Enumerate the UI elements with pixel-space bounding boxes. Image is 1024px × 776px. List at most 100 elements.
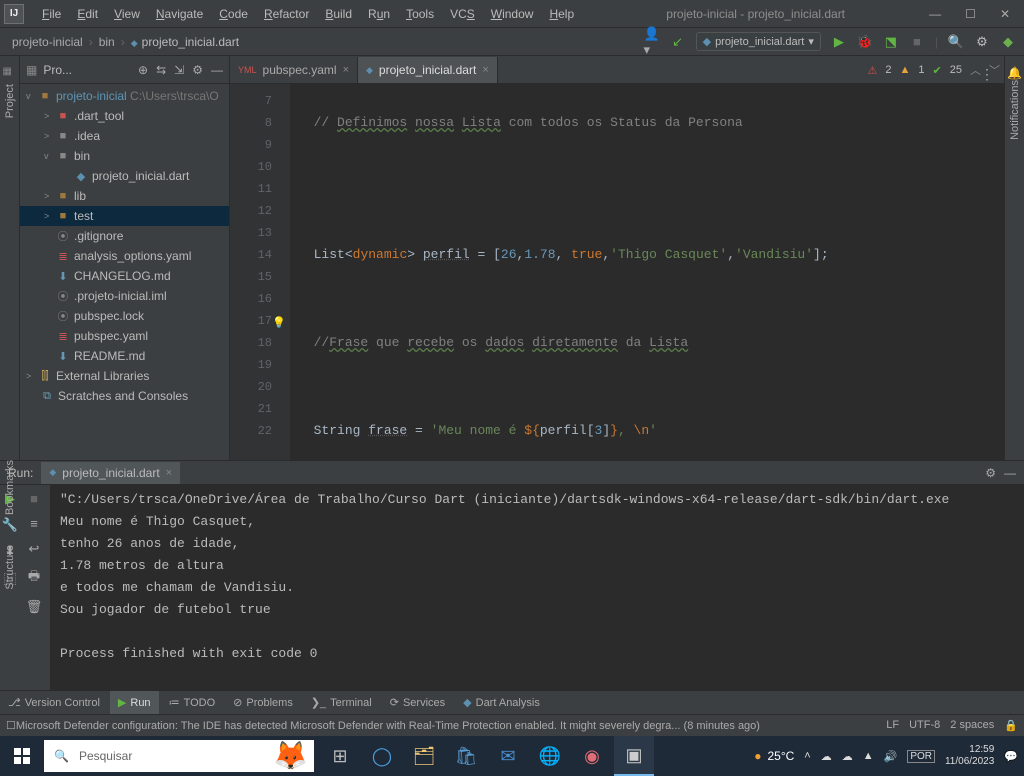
project-tool-icon[interactable]: ▦ bbox=[3, 66, 17, 80]
ide-logo[interactable]: IJ bbox=[4, 4, 24, 24]
taskbar-search[interactable]: 🔍 Pesquisar 🦊 bbox=[44, 740, 314, 772]
back-icon[interactable]: ↙ bbox=[670, 34, 686, 50]
coverage-button[interactable]: ⬔ bbox=[883, 34, 899, 50]
tree-item[interactable]: ≣analysis_options.yaml bbox=[20, 246, 229, 266]
tab-todo[interactable]: ≔TODO bbox=[161, 691, 224, 714]
inspection-widget[interactable]: ⚠2 ▲1 ✔25 ︿﹀ bbox=[868, 62, 1000, 78]
tab-terminal[interactable]: ❯_Terminal bbox=[303, 691, 380, 714]
line-gutter[interactable]: 78910 11121314 1516 17💡 1819202122 bbox=[230, 84, 290, 460]
run-config-dropdown[interactable]: ◆projeto_inicial.dart▾ bbox=[696, 32, 821, 51]
onedrive-icon[interactable]: ☁ bbox=[821, 750, 832, 763]
tree-item[interactable]: v■bin bbox=[20, 146, 229, 166]
print-icon[interactable]: 🖶 bbox=[28, 567, 40, 589]
cloud-icon[interactable]: ☁ bbox=[842, 750, 853, 763]
user-icon[interactable]: 👤▾ bbox=[644, 34, 660, 50]
notifications-label[interactable]: Notifications bbox=[1009, 80, 1021, 140]
hide-icon[interactable]: — bbox=[211, 63, 223, 77]
locate-icon[interactable]: ⊕ bbox=[138, 63, 148, 77]
tree-root[interactable]: projeto-inicial bbox=[56, 89, 127, 103]
tab-dart-analysis[interactable]: ◆Dart Analysis bbox=[455, 691, 548, 714]
project-tool-label[interactable]: Project bbox=[4, 84, 16, 118]
tree-item[interactable]: ◆projeto_inicial.dart bbox=[20, 166, 229, 186]
start-button[interactable] bbox=[0, 736, 44, 776]
settings-icon[interactable]: ⚙ bbox=[974, 34, 990, 50]
project-tree[interactable]: v■ projeto-inicial C:\Users\trsca\O >■.d… bbox=[20, 84, 229, 460]
chrome-icon[interactable]: 🌐 bbox=[530, 736, 570, 776]
code-editor[interactable]: 78910 11121314 1516 17💡 1819202122 // De… bbox=[230, 84, 1004, 460]
tray-chevron-icon[interactable]: ˄ bbox=[804, 750, 810, 762]
close-icon[interactable]: ✕ bbox=[1000, 7, 1010, 21]
tree-item[interactable]: >■.idea bbox=[20, 126, 229, 146]
menu-view[interactable]: View bbox=[106, 3, 148, 25]
intention-bulb-icon[interactable]: 💡 bbox=[272, 313, 286, 335]
collapse-icon[interactable]: ⇲ bbox=[174, 63, 184, 77]
ide-taskbar-icon[interactable]: ▣ bbox=[614, 736, 654, 776]
close-tab-icon[interactable]: × bbox=[482, 64, 488, 76]
scratches[interactable]: Scratches and Consoles bbox=[58, 389, 188, 403]
run-settings-icon[interactable]: ⚙ bbox=[985, 466, 996, 480]
wrap-icon[interactable]: ↩ bbox=[29, 541, 40, 557]
code-body[interactable]: // Definimos nossa Lista com todos os St… bbox=[290, 84, 1004, 460]
tree-item[interactable]: >■test bbox=[20, 206, 229, 226]
menu-help[interactable]: Help bbox=[541, 3, 582, 25]
status-icon[interactable]: ☐ bbox=[6, 719, 16, 732]
menu-navigate[interactable]: Navigate bbox=[148, 3, 211, 25]
task-view-icon[interactable]: ⊞ bbox=[320, 736, 360, 776]
weather-widget[interactable]: ●25°C bbox=[754, 749, 794, 763]
menu-code[interactable]: Code bbox=[211, 3, 256, 25]
stop-icon[interactable]: ■ bbox=[30, 491, 38, 506]
menu-file[interactable]: File bbox=[34, 3, 69, 25]
tree-item[interactable]: ≣pubspec.yaml bbox=[20, 326, 229, 346]
tree-item[interactable]: ⦿pubspec.lock bbox=[20, 306, 229, 326]
maximize-icon[interactable]: ☐ bbox=[965, 7, 976, 21]
run-hide-icon[interactable]: — bbox=[1004, 466, 1016, 480]
app-badge-icon[interactable]: ◉ bbox=[572, 736, 612, 776]
console-output[interactable]: "C:/Users/trsca/OneDrive/Área de Trabalh… bbox=[50, 485, 1024, 690]
notifications-icon[interactable]: 🔔 bbox=[1007, 66, 1022, 80]
tab-services[interactable]: ⟳Services bbox=[382, 691, 453, 714]
debug-button[interactable]: 🐞 bbox=[857, 34, 873, 50]
menu-refactor[interactable]: Refactor bbox=[256, 3, 317, 25]
tree-item[interactable]: ⦿.projeto-inicial.iml bbox=[20, 286, 229, 306]
encoding[interactable]: UTF-8 bbox=[909, 719, 940, 732]
menu-tools[interactable]: Tools bbox=[398, 3, 442, 25]
menu-run[interactable]: Run bbox=[360, 3, 398, 25]
close-tab-icon[interactable]: × bbox=[343, 64, 349, 76]
external-libs[interactable]: External Libraries bbox=[56, 369, 149, 383]
tree-item[interactable]: ⬇CHANGELOG.md bbox=[20, 266, 229, 286]
mail-icon[interactable]: ✉ bbox=[488, 736, 528, 776]
structure-label[interactable]: Structure bbox=[4, 545, 16, 590]
action-center-icon[interactable]: 💬 bbox=[1004, 750, 1018, 763]
stop-button[interactable]: ■ bbox=[909, 34, 925, 50]
tree-item[interactable]: >■.dart_tool bbox=[20, 106, 229, 126]
edge-icon[interactable]: ◯ bbox=[362, 736, 402, 776]
tab-vcs[interactable]: ⎇Version Control bbox=[0, 691, 108, 714]
store-icon[interactable]: 🛍 bbox=[446, 736, 486, 776]
crumb-project[interactable]: projeto-inicial bbox=[8, 33, 87, 51]
tree-item[interactable]: >■lib bbox=[20, 186, 229, 206]
search-icon[interactable]: 🔍 bbox=[948, 34, 964, 50]
explorer-icon[interactable]: 🗂 bbox=[404, 736, 444, 776]
bookmarks-label[interactable]: Bookmarks bbox=[4, 460, 16, 515]
run-button[interactable]: ▶ bbox=[831, 34, 847, 50]
clock[interactable]: 12:5911/06/2023 bbox=[945, 744, 994, 768]
status-message[interactable]: Microsoft Defender configuration: The ID… bbox=[16, 720, 886, 732]
crumb-file[interactable]: projeto_inicial.dart bbox=[127, 33, 243, 51]
wifi-icon[interactable]: ▲ bbox=[863, 750, 874, 762]
tree-item[interactable]: ⦿.gitignore bbox=[20, 226, 229, 246]
tab-run[interactable]: ▶Run bbox=[110, 691, 159, 714]
expand-icon[interactable]: ⇆ bbox=[156, 63, 166, 77]
indent[interactable]: 2 spaces bbox=[950, 719, 994, 732]
menu-vcs[interactable]: VCS bbox=[442, 3, 483, 25]
lock-icon[interactable]: 🔒 bbox=[1004, 719, 1018, 732]
volume-icon[interactable]: 🔊 bbox=[884, 750, 898, 763]
menu-window[interactable]: Window bbox=[483, 3, 542, 25]
run-tab[interactable]: ◆projeto_inicial.dart× bbox=[41, 462, 180, 484]
menu-edit[interactable]: Edit bbox=[69, 3, 106, 25]
plugins-icon[interactable]: ◆ bbox=[1000, 34, 1016, 50]
sidebar-settings-icon[interactable]: ⚙ bbox=[192, 63, 203, 77]
language-icon[interactable]: POR bbox=[907, 750, 935, 763]
tab-projeto-inicial[interactable]: ◆projeto_inicial.dart× bbox=[358, 57, 498, 83]
tree-item[interactable]: ⬇README.md bbox=[20, 346, 229, 366]
line-sep[interactable]: LF bbox=[886, 719, 899, 732]
